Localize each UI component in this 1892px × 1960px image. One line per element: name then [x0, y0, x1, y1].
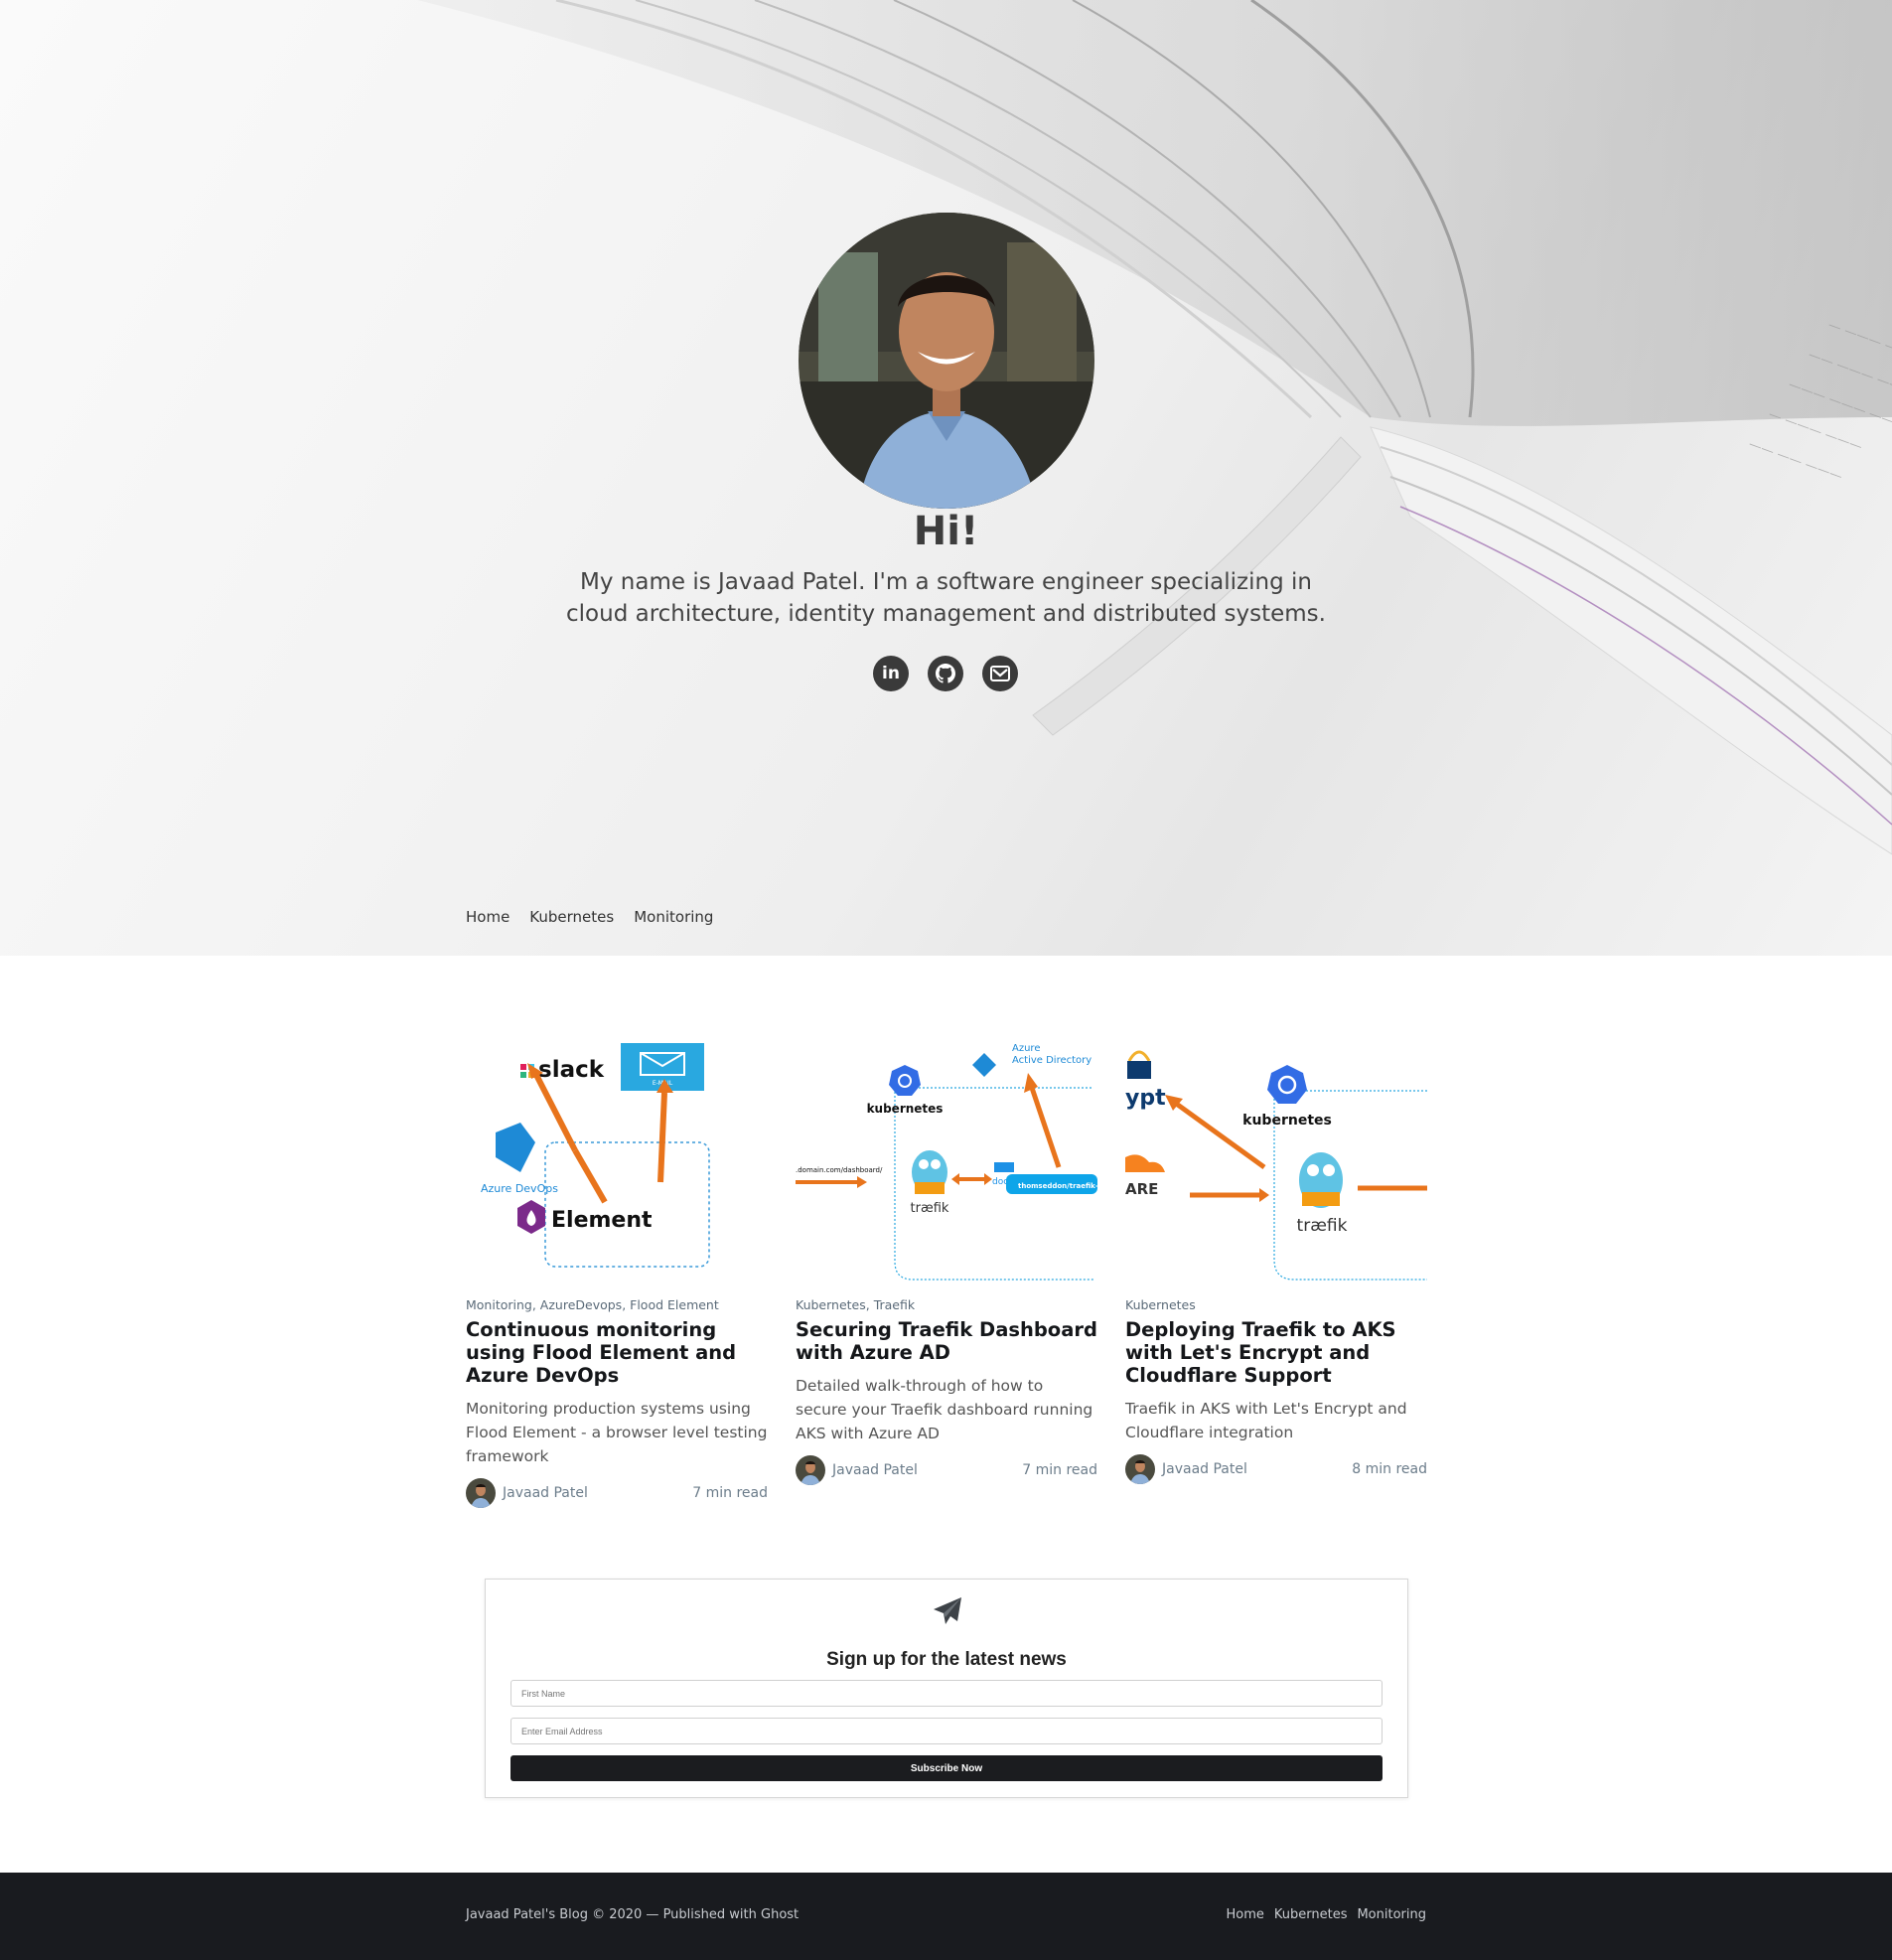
hero-description: My name is Javaad Patel. I'm a software …: [566, 569, 1326, 627]
svg-text:kubernetes: kubernetes: [867, 1102, 944, 1116]
kubernetes-logo: [1267, 1065, 1307, 1104]
email-icon: [990, 666, 1010, 681]
post-tags[interactable]: Monitoring, AzureDevops, Flood Element: [466, 1297, 768, 1312]
svg-text:Active Directory: Active Directory: [1012, 1055, 1092, 1066]
post-meta: Javaad Patel 7 min read: [796, 1455, 1097, 1485]
author-avatar[interactable]: [796, 1455, 825, 1485]
nav-monitoring[interactable]: Monitoring: [634, 908, 713, 926]
svg-text:thomseddon/traefik-fo: thomseddon/traefik-fo: [1018, 1182, 1097, 1190]
post-card[interactable]: ypt ARE kubernetes træfik Kubernetes Dep…: [1125, 1033, 1427, 1484]
post-card[interactable]: Azure Active Directory kubernetes .domai…: [796, 1033, 1097, 1485]
first-name-input[interactable]: [510, 1680, 1383, 1707]
svg-text:Azure: Azure: [1012, 1043, 1040, 1054]
post-card[interactable]: slack E-MAIL Azure DevOps Element Monito…: [466, 1033, 768, 1508]
post-excerpt: Traefik in AKS with Let's Encrypt and Cl…: [1125, 1400, 1407, 1441]
post-tags[interactable]: Kubernetes: [1125, 1297, 1427, 1312]
profile-photo: [799, 213, 1094, 509]
footer-nav-home[interactable]: Home: [1226, 1907, 1263, 1922]
reading-time: 7 min read: [692, 1485, 768, 1501]
author-name[interactable]: Javaad Patel: [1162, 1461, 1247, 1477]
linkedin-icon: in: [882, 664, 900, 683]
footer-nav-monitoring[interactable]: Monitoring: [1357, 1907, 1426, 1922]
author-avatar[interactable]: [466, 1478, 496, 1508]
cloudflare-logo: [1125, 1154, 1165, 1172]
subscribe-form: Sign up for the latest news Subscribe No…: [485, 1579, 1408, 1798]
svg-text:Azure DevOps: Azure DevOps: [481, 1182, 558, 1195]
post-card-image[interactable]: ypt ARE kubernetes træfik: [1125, 1033, 1427, 1282]
site-footer: Javaad Patel's Blog © 2020 — Published w…: [0, 1873, 1892, 1960]
footer-nav-kubernetes[interactable]: Kubernetes: [1274, 1907, 1348, 1922]
post-excerpt: Detailed walk-through of how to secure y…: [796, 1377, 1093, 1442]
azure-ad-logo: [972, 1053, 996, 1077]
author-name[interactable]: Javaad Patel: [503, 1485, 588, 1501]
post-meta: Javaad Patel 8 min read: [1125, 1454, 1427, 1484]
lock-icon: [1127, 1050, 1151, 1062]
svg-text:ARE: ARE: [1125, 1180, 1158, 1198]
email-link[interactable]: [982, 656, 1018, 691]
author-name[interactable]: Javaad Patel: [832, 1462, 918, 1478]
post-tags[interactable]: Kubernetes, Traefik: [796, 1297, 1097, 1312]
nav-kubernetes[interactable]: Kubernetes: [529, 908, 614, 926]
post-card-image[interactable]: Azure Active Directory kubernetes .domai…: [796, 1033, 1097, 1282]
email-input[interactable]: [510, 1718, 1383, 1744]
main-nav: Home Kubernetes Monitoring: [466, 908, 713, 926]
svg-text:kubernetes: kubernetes: [1242, 1113, 1332, 1129]
kubernetes-logo: [889, 1065, 921, 1096]
post-title[interactable]: Continuous monitoring using Flood Elemen…: [466, 1318, 768, 1387]
hero-section: — — —— — —— — —— ——— —— — ——— ——— —— — — —— …: [0, 0, 1892, 956]
post-title[interactable]: Deploying Traefik to AKS with Let's Encr…: [1125, 1318, 1427, 1387]
paper-plane-icon: [934, 1597, 961, 1624]
reading-time: 7 min read: [1022, 1462, 1097, 1478]
subscribe-button[interactable]: Subscribe Now: [510, 1755, 1383, 1781]
post-excerpt: Monitoring production systems using Floo…: [466, 1400, 768, 1465]
post-title[interactable]: Securing Traefik Dashboard with Azure AD: [796, 1318, 1097, 1364]
svg-text:træfik: træfik: [1297, 1216, 1348, 1236]
subscribe-title: Sign up for the latest news: [826, 1649, 1067, 1670]
github-icon: [936, 664, 955, 683]
github-link[interactable]: [928, 656, 963, 691]
hero-greeting: Hi!: [913, 509, 979, 554]
svg-text:ypt: ypt: [1125, 1086, 1166, 1111]
linkedin-link[interactable]: in: [873, 656, 909, 691]
svg-text:træfik: træfik: [911, 1201, 949, 1216]
svg-text:Element: Element: [551, 1208, 653, 1233]
author-avatar[interactable]: [1125, 1454, 1155, 1484]
footer-copyright: Javaad Patel's Blog © 2020 — Published w…: [466, 1907, 800, 1922]
footer-nav: Home Kubernetes Monitoring: [1226, 1907, 1426, 1922]
post-meta: Javaad Patel 7 min read: [466, 1478, 768, 1508]
nav-home[interactable]: Home: [466, 908, 509, 926]
post-card-image[interactable]: slack E-MAIL Azure DevOps Element: [466, 1033, 768, 1282]
reading-time: 8 min read: [1352, 1461, 1427, 1477]
svg-text:.domain.com/dashboard/: .domain.com/dashboard/: [796, 1166, 883, 1174]
svg-text:slack: slack: [538, 1057, 605, 1083]
